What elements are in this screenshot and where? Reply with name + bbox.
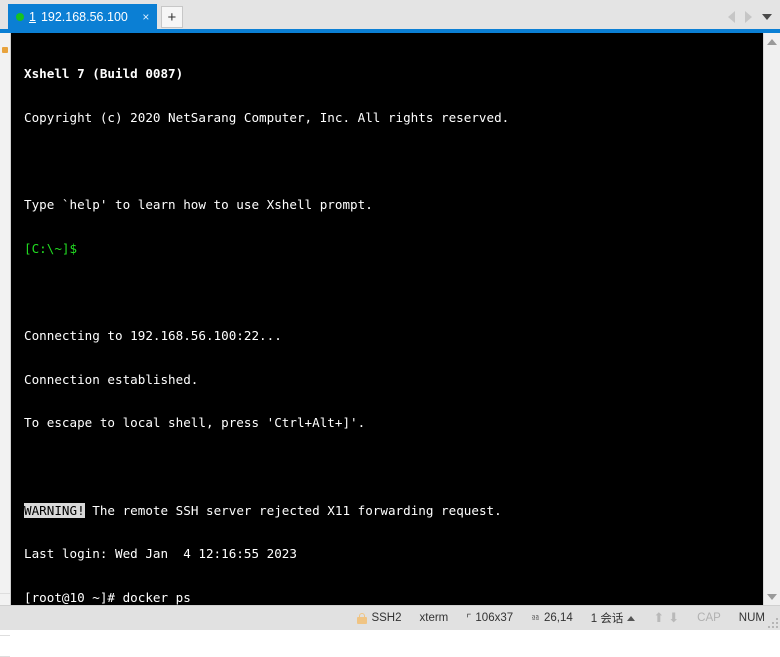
- status-protocol[interactable]: SSH2: [348, 612, 410, 624]
- transfer-down-arrow-icon: ⬇: [668, 610, 680, 626]
- tab-bar: 1 192.168.56.100 × +: [0, 0, 780, 29]
- new-tab-button[interactable]: +: [160, 6, 183, 28]
- scrollbar-up-button[interactable]: [764, 33, 780, 50]
- transfer-up-arrow-icon: ⬆: [653, 610, 665, 626]
- chevron-down-icon[interactable]: [762, 14, 772, 20]
- terminal-line-banner: Xshell 7 (Build 0087): [24, 66, 184, 82]
- terminal-line-connected: Connection established.: [24, 371, 199, 387]
- status-cursor-position-label: 26,14: [543, 612, 573, 624]
- gutter-line-marks: [0, 573, 10, 657]
- terminal-line-last-login: Last login: Wed Jan 4 12:16:55 2023: [24, 546, 297, 562]
- status-num-lock-label: NUM: [738, 612, 765, 624]
- terminal-line-copyright: Copyright (c) 2020 NetSarang Computer, I…: [24, 109, 510, 125]
- status-cursor-position[interactable]: ⎂ 26,14: [522, 611, 582, 625]
- status-sessions[interactable]: 1 会话: [582, 610, 645, 626]
- terminal-line-blank-3: [24, 460, 763, 475]
- terminal-line-help-hint: Type `help' to learn how to use Xshell p…: [24, 197, 373, 213]
- terminal-output[interactable]: Xshell 7 (Build 0087) Copyright (c) 2020…: [11, 33, 763, 605]
- xshell-window: 1 192.168.56.100 × + Xshell 7 (Build 008…: [0, 0, 780, 657]
- vertical-scrollbar[interactable]: [763, 33, 780, 605]
- chevron-right-icon[interactable]: [745, 11, 752, 23]
- left-gutter: [0, 33, 11, 657]
- status-caps-lock-label: CAP: [697, 612, 721, 624]
- tab-nav-controls: [728, 11, 780, 29]
- scrollbar-track[interactable]: [764, 50, 780, 588]
- bookmark-marker-icon: [2, 47, 8, 53]
- command-docker-ps: docker ps: [122, 589, 191, 605]
- scroll-down-arrow-icon: [767, 593, 777, 600]
- scrollbar-down-button[interactable]: [764, 588, 780, 605]
- scroll-up-arrow-icon: [767, 38, 777, 45]
- tab-index-label: 1: [29, 9, 36, 24]
- status-screen-size[interactable]: ⌜ 106x37: [457, 612, 522, 625]
- session-tab-1[interactable]: 1 192.168.56.100 ×: [8, 4, 157, 29]
- terminal-line-local-prompt: [C:\~]$: [24, 240, 763, 257]
- terminal-work-area: Xshell 7 (Build 0087) Copyright (c) 2020…: [0, 33, 780, 657]
- tab-title-label: 192.168.56.100: [40, 9, 128, 24]
- resize-grip-icon[interactable]: [768, 618, 778, 628]
- status-terminal-type[interactable]: xterm: [411, 612, 458, 624]
- status-terminal-type-label: xterm: [419, 612, 449, 624]
- connection-status-dot-icon: [16, 12, 24, 21]
- status-bar: SSH2 xterm ⌜ 106x37 ⎂ 26,14 1 会话 ⬆ ⬇ CAP…: [0, 605, 780, 630]
- status-transfer-indicators: ⬆ ⬇: [644, 612, 688, 625]
- status-sessions-label: 1 会话: [590, 613, 624, 625]
- close-icon[interactable]: ×: [139, 10, 153, 24]
- status-protocol-label: SSH2: [371, 612, 402, 624]
- chevron-left-icon[interactable]: [728, 11, 735, 23]
- terminal-line-warning: WARNING! The remote SSH server rejected …: [24, 502, 763, 519]
- screen-size-icon: ⌜: [466, 611, 472, 625]
- caret-up-icon[interactable]: [627, 615, 636, 621]
- status-screen-size-label: 106x37: [475, 612, 514, 624]
- terminal-line-escape-hint: To escape to local shell, press 'Ctrl+Al…: [24, 415, 366, 431]
- terminal-line-cmd-docker: [root@10 ~]# docker ps: [24, 589, 763, 605]
- prompt-text-1: [root@10 ~]#: [24, 589, 123, 605]
- cursor-position-icon: ⎂: [531, 611, 540, 624]
- warning-badge: WARNING!: [24, 502, 85, 518]
- terminal-line-connecting: Connecting to 192.168.56.100:22...: [24, 327, 282, 343]
- terminal-line-blank-2: [24, 285, 763, 300]
- status-caps-lock: CAP: [688, 612, 730, 624]
- tab-strip: 1 192.168.56.100 × +: [0, 4, 183, 29]
- lock-icon: [357, 612, 368, 624]
- warning-text: The remote SSH server rejected X11 forwa…: [84, 502, 502, 518]
- local-prompt-text: [C:\~]$: [24, 240, 78, 256]
